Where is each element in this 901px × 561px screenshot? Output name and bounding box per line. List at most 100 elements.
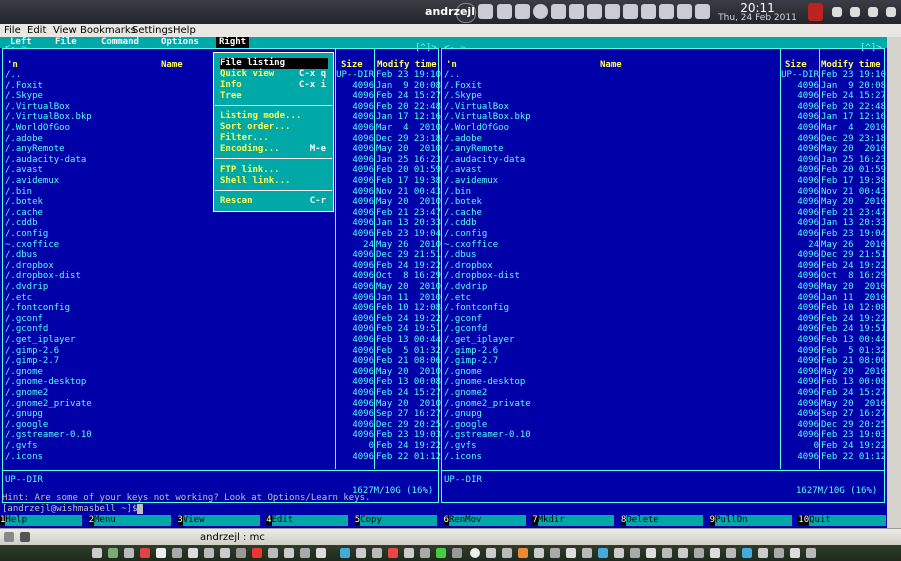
- menu-settings[interactable]: Settings: [132, 24, 173, 37]
- launcher-icon[interactable]: [694, 548, 704, 558]
- left-file-row[interactable]: /.gconf 4096 Feb 24 19:22: [3, 314, 441, 325]
- menu-item-file-listing[interactable]: File listing: [220, 58, 328, 69]
- menu-item-filter[interactable]: Filter...: [220, 133, 328, 144]
- taskbar-task-label[interactable]: andrzejl : mc: [200, 532, 265, 543]
- launcher-icon[interactable]: [172, 548, 182, 558]
- right-file-row[interactable]: /.botek 4096 May 20 2010: [442, 197, 886, 208]
- left-file-row[interactable]: /.etc 4096 Jan 11 2010: [3, 293, 441, 304]
- menu-help[interactable]: Help: [173, 24, 196, 37]
- left-sort-marker[interactable]: 'n: [7, 60, 18, 71]
- right-panel-path[interactable]: <- ~: [444, 43, 466, 54]
- right-file-row[interactable]: /.cache 4096 Feb 21 23:47: [442, 208, 886, 219]
- right-file-row[interactable]: /.VirtualBox.bkp 4096 Jan 17 12:16: [442, 112, 886, 123]
- desktop-icon[interactable]: [4, 532, 14, 542]
- launcher-icon[interactable]: [436, 548, 446, 558]
- launcher-icon[interactable]: [534, 548, 544, 558]
- menu-item-info[interactable]: Info C-x i: [220, 80, 328, 91]
- right-file-row[interactable]: /.avast 4096 Feb 20 01:59: [442, 165, 886, 176]
- menu-bookmarks[interactable]: Bookmarks: [80, 24, 136, 37]
- mc-menu-options[interactable]: Options: [161, 37, 199, 48]
- launcher-icon[interactable]: [758, 548, 768, 558]
- launcher-icon[interactable]: [710, 548, 720, 558]
- menu-item-tree[interactable]: Tree: [220, 91, 328, 102]
- launcher-icon[interactable]: [646, 548, 656, 558]
- launcher-icon[interactable]: [388, 548, 398, 558]
- keyboard-icon[interactable]: [605, 4, 620, 19]
- launcher-icon[interactable]: [662, 548, 672, 558]
- fkey-renmov[interactable]: 6RenMov: [443, 515, 532, 526]
- right-file-row[interactable]: /.gconf 4096 Feb 24 19:22: [442, 314, 886, 325]
- minimize-button[interactable]: [832, 7, 842, 17]
- right-file-row[interactable]: /.dvdrip 4096 May 20 2010: [442, 282, 886, 293]
- launcher-icon[interactable]: [372, 548, 382, 558]
- launcher-icon[interactable]: [404, 548, 414, 558]
- right-file-row[interactable]: /.etc 4096 Jan 11 2010: [442, 293, 886, 304]
- right-file-row[interactable]: /.google 4096 Dec 29 20:25: [442, 420, 886, 431]
- right-file-row[interactable]: /.cddb 4096 Jan 13 20:33: [442, 218, 886, 229]
- launcher-icon[interactable]: [156, 548, 166, 558]
- launcher-icon[interactable]: [502, 548, 512, 558]
- launcher-icon[interactable]: [284, 548, 294, 558]
- launcher-icon[interactable]: [356, 548, 366, 558]
- menu-item-sort-order[interactable]: Sort order...: [220, 122, 328, 133]
- menu-item-listing-mode[interactable]: Listing mode...: [220, 111, 328, 122]
- launcher-icon[interactable]: [518, 548, 528, 558]
- left-panel-controls[interactable]: [^]>: [415, 43, 437, 54]
- fkey-mkdir[interactable]: 7Mkdir: [532, 515, 620, 526]
- right-file-row[interactable]: /.. UP--DIR Feb 23 19:10: [442, 70, 886, 81]
- launcher-icon[interactable]: [124, 548, 134, 558]
- right-file-row[interactable]: /.gnome2 4096 Feb 24 15:27: [442, 388, 886, 399]
- terminal[interactable]: Left File Command Options Right <- ~ [^]…: [0, 37, 887, 528]
- launcher-icon[interactable]: [220, 548, 230, 558]
- menu-item-shell-link[interactable]: Shell link...: [220, 176, 328, 187]
- left-file-row[interactable]: /.gnome2_private 4096 May 20 2010: [3, 399, 441, 410]
- right-file-row[interactable]: /.gimp-2.7 4096 Feb 21 08:06: [442, 356, 886, 367]
- battery-status-icon[interactable]: [808, 3, 823, 21]
- launcher-icon[interactable]: [188, 548, 198, 558]
- right-file-row[interactable]: /.dbus 4096 Dec 29 21:51: [442, 250, 886, 261]
- right-file-row[interactable]: /.avidemux 4096 Feb 17 19:38: [442, 176, 886, 187]
- left-file-row[interactable]: ~.cxoffice 24 May 26 2010: [3, 240, 441, 251]
- left-file-row[interactable]: /.gstreamer-0.10 4096 Feb 23 19:03: [3, 430, 441, 441]
- right-col-name[interactable]: Name: [600, 60, 622, 71]
- fkey-pulldn[interactable]: 9PullDn: [709, 515, 798, 526]
- disc-icon[interactable]: [533, 4, 548, 19]
- launcher-icon[interactable]: [204, 548, 214, 558]
- left-col-name[interactable]: Name: [161, 60, 183, 71]
- terminal-scrollbar[interactable]: [887, 37, 901, 528]
- launcher-icon[interactable]: [582, 548, 592, 558]
- fkey-menu[interactable]: 2Menu: [88, 515, 177, 526]
- launcher-icon[interactable]: [92, 548, 102, 558]
- launcher-icon[interactable]: [300, 548, 310, 558]
- left-file-row[interactable]: /.gnome 4096 May 20 2010: [3, 367, 441, 378]
- launcher-icon[interactable]: [140, 548, 150, 558]
- right-file-row[interactable]: ~.cxoffice 24 May 26 2010: [442, 240, 886, 251]
- left-file-row[interactable]: /.cddb 4096 Jan 13 20:33: [3, 218, 441, 229]
- right-file-row[interactable]: /.adobe 4096 Dec 29 23:18: [442, 134, 886, 145]
- left-file-row[interactable]: /.gnome2 4096 Feb 24 15:27: [3, 388, 441, 399]
- mc-menu-file[interactable]: File: [55, 37, 77, 48]
- left-file-row[interactable]: /.dropbox-dist 4096 Oct 8 16:29: [3, 271, 441, 282]
- menu-edit[interactable]: Edit: [27, 24, 46, 37]
- launcher-icon[interactable]: [108, 548, 118, 558]
- launcher-icon[interactable]: [742, 548, 752, 558]
- menu-view[interactable]: View: [53, 24, 77, 37]
- fkey-edit[interactable]: 4Edit: [266, 515, 354, 526]
- fkey-copy[interactable]: 5Copy: [354, 515, 443, 526]
- right-panel-controls[interactable]: [^]>: [860, 43, 882, 54]
- menu-item-ftp-link[interactable]: FTP link...: [220, 165, 328, 176]
- right-file-row[interactable]: /.Skype 4096 Feb 24 15:27: [442, 91, 886, 102]
- mc-menu-command[interactable]: Command: [101, 37, 139, 48]
- fkey-help[interactable]: 1Help: [0, 515, 88, 526]
- right-file-row[interactable]: /.audacity-data 4096 Jan 25 16:23: [442, 155, 886, 166]
- launcher-icon[interactable]: [452, 548, 462, 558]
- menu-item-rescan[interactable]: Rescan C-r: [220, 196, 328, 207]
- right-file-row[interactable]: /.dropbox-dist 4096 Oct 8 16:29: [442, 271, 886, 282]
- right-file-row[interactable]: /.VirtualBox 4096 Feb 20 22:48: [442, 102, 886, 113]
- launcher-icon[interactable]: [486, 548, 496, 558]
- right-file-row[interactable]: /.gnome2_private 4096 May 20 2010: [442, 399, 886, 410]
- right-file-row[interactable]: /.gimp-2.6 4096 Feb 5 01:32: [442, 346, 886, 357]
- launcher-icon[interactable]: [630, 548, 640, 558]
- launcher-icon[interactable]: [470, 548, 480, 558]
- launcher-icon[interactable]: [252, 548, 262, 558]
